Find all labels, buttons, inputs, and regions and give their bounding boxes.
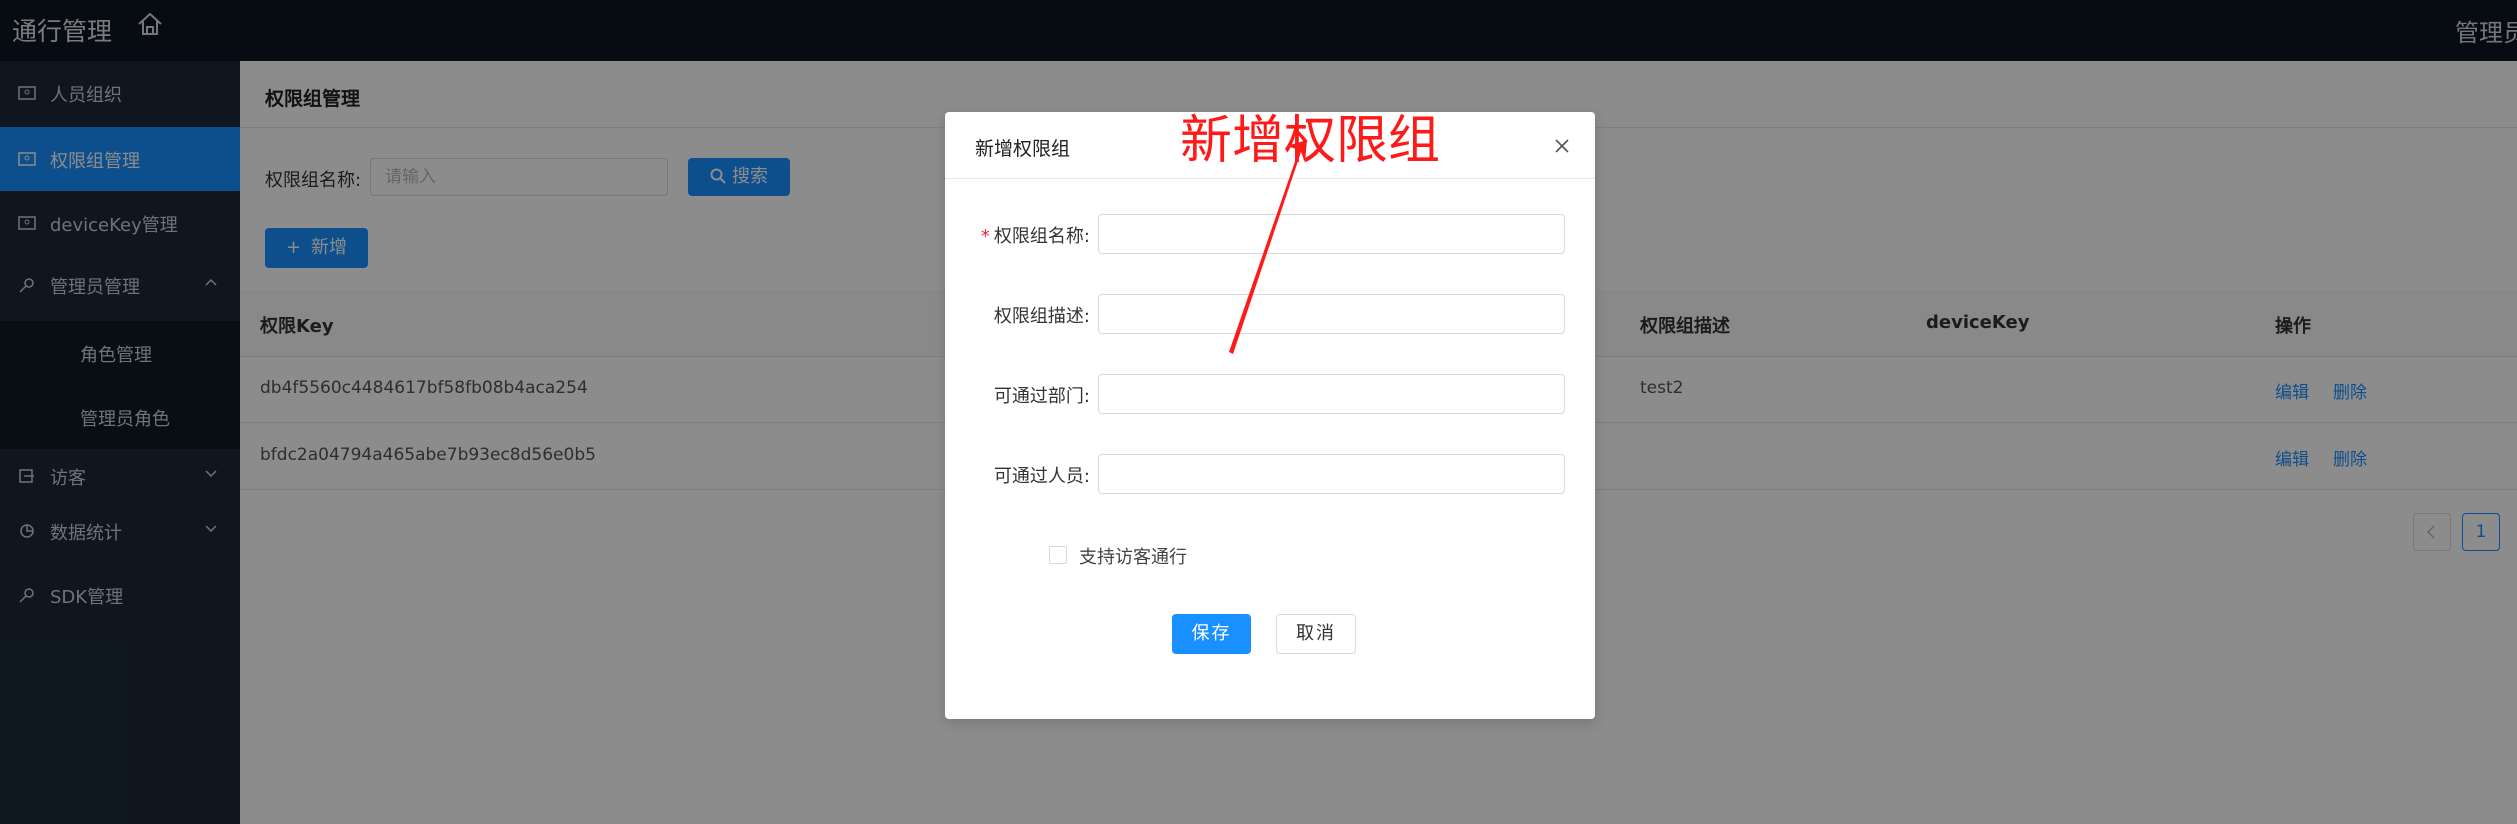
group-name-label: * 权限组名称: bbox=[980, 226, 1090, 247]
annotation-arrow-icon bbox=[1229, 140, 1307, 354]
save-button[interactable]: 保存 bbox=[1172, 614, 1251, 654]
modal-title: 新增权限组 bbox=[975, 138, 1071, 160]
group-description-label: 权限组描述: bbox=[993, 306, 1090, 327]
allowed-people-input[interactable] bbox=[1098, 454, 1565, 494]
cancel-button[interactable]: 取消 bbox=[1276, 614, 1356, 654]
allowed-people-label: 可通过人员: bbox=[993, 466, 1090, 487]
group-description-input[interactable] bbox=[1098, 294, 1565, 334]
close-icon[interactable] bbox=[1554, 138, 1570, 154]
allowed-departments-label: 可通过部门: bbox=[993, 386, 1090, 407]
visitor-access-checkbox[interactable] bbox=[1049, 546, 1067, 564]
group-name-input[interactable] bbox=[1098, 214, 1565, 254]
allowed-departments-input[interactable] bbox=[1098, 374, 1565, 414]
visitor-access-label[interactable]: 支持访客通行 bbox=[1079, 543, 1187, 569]
required-asterisk: * bbox=[980, 226, 990, 247]
